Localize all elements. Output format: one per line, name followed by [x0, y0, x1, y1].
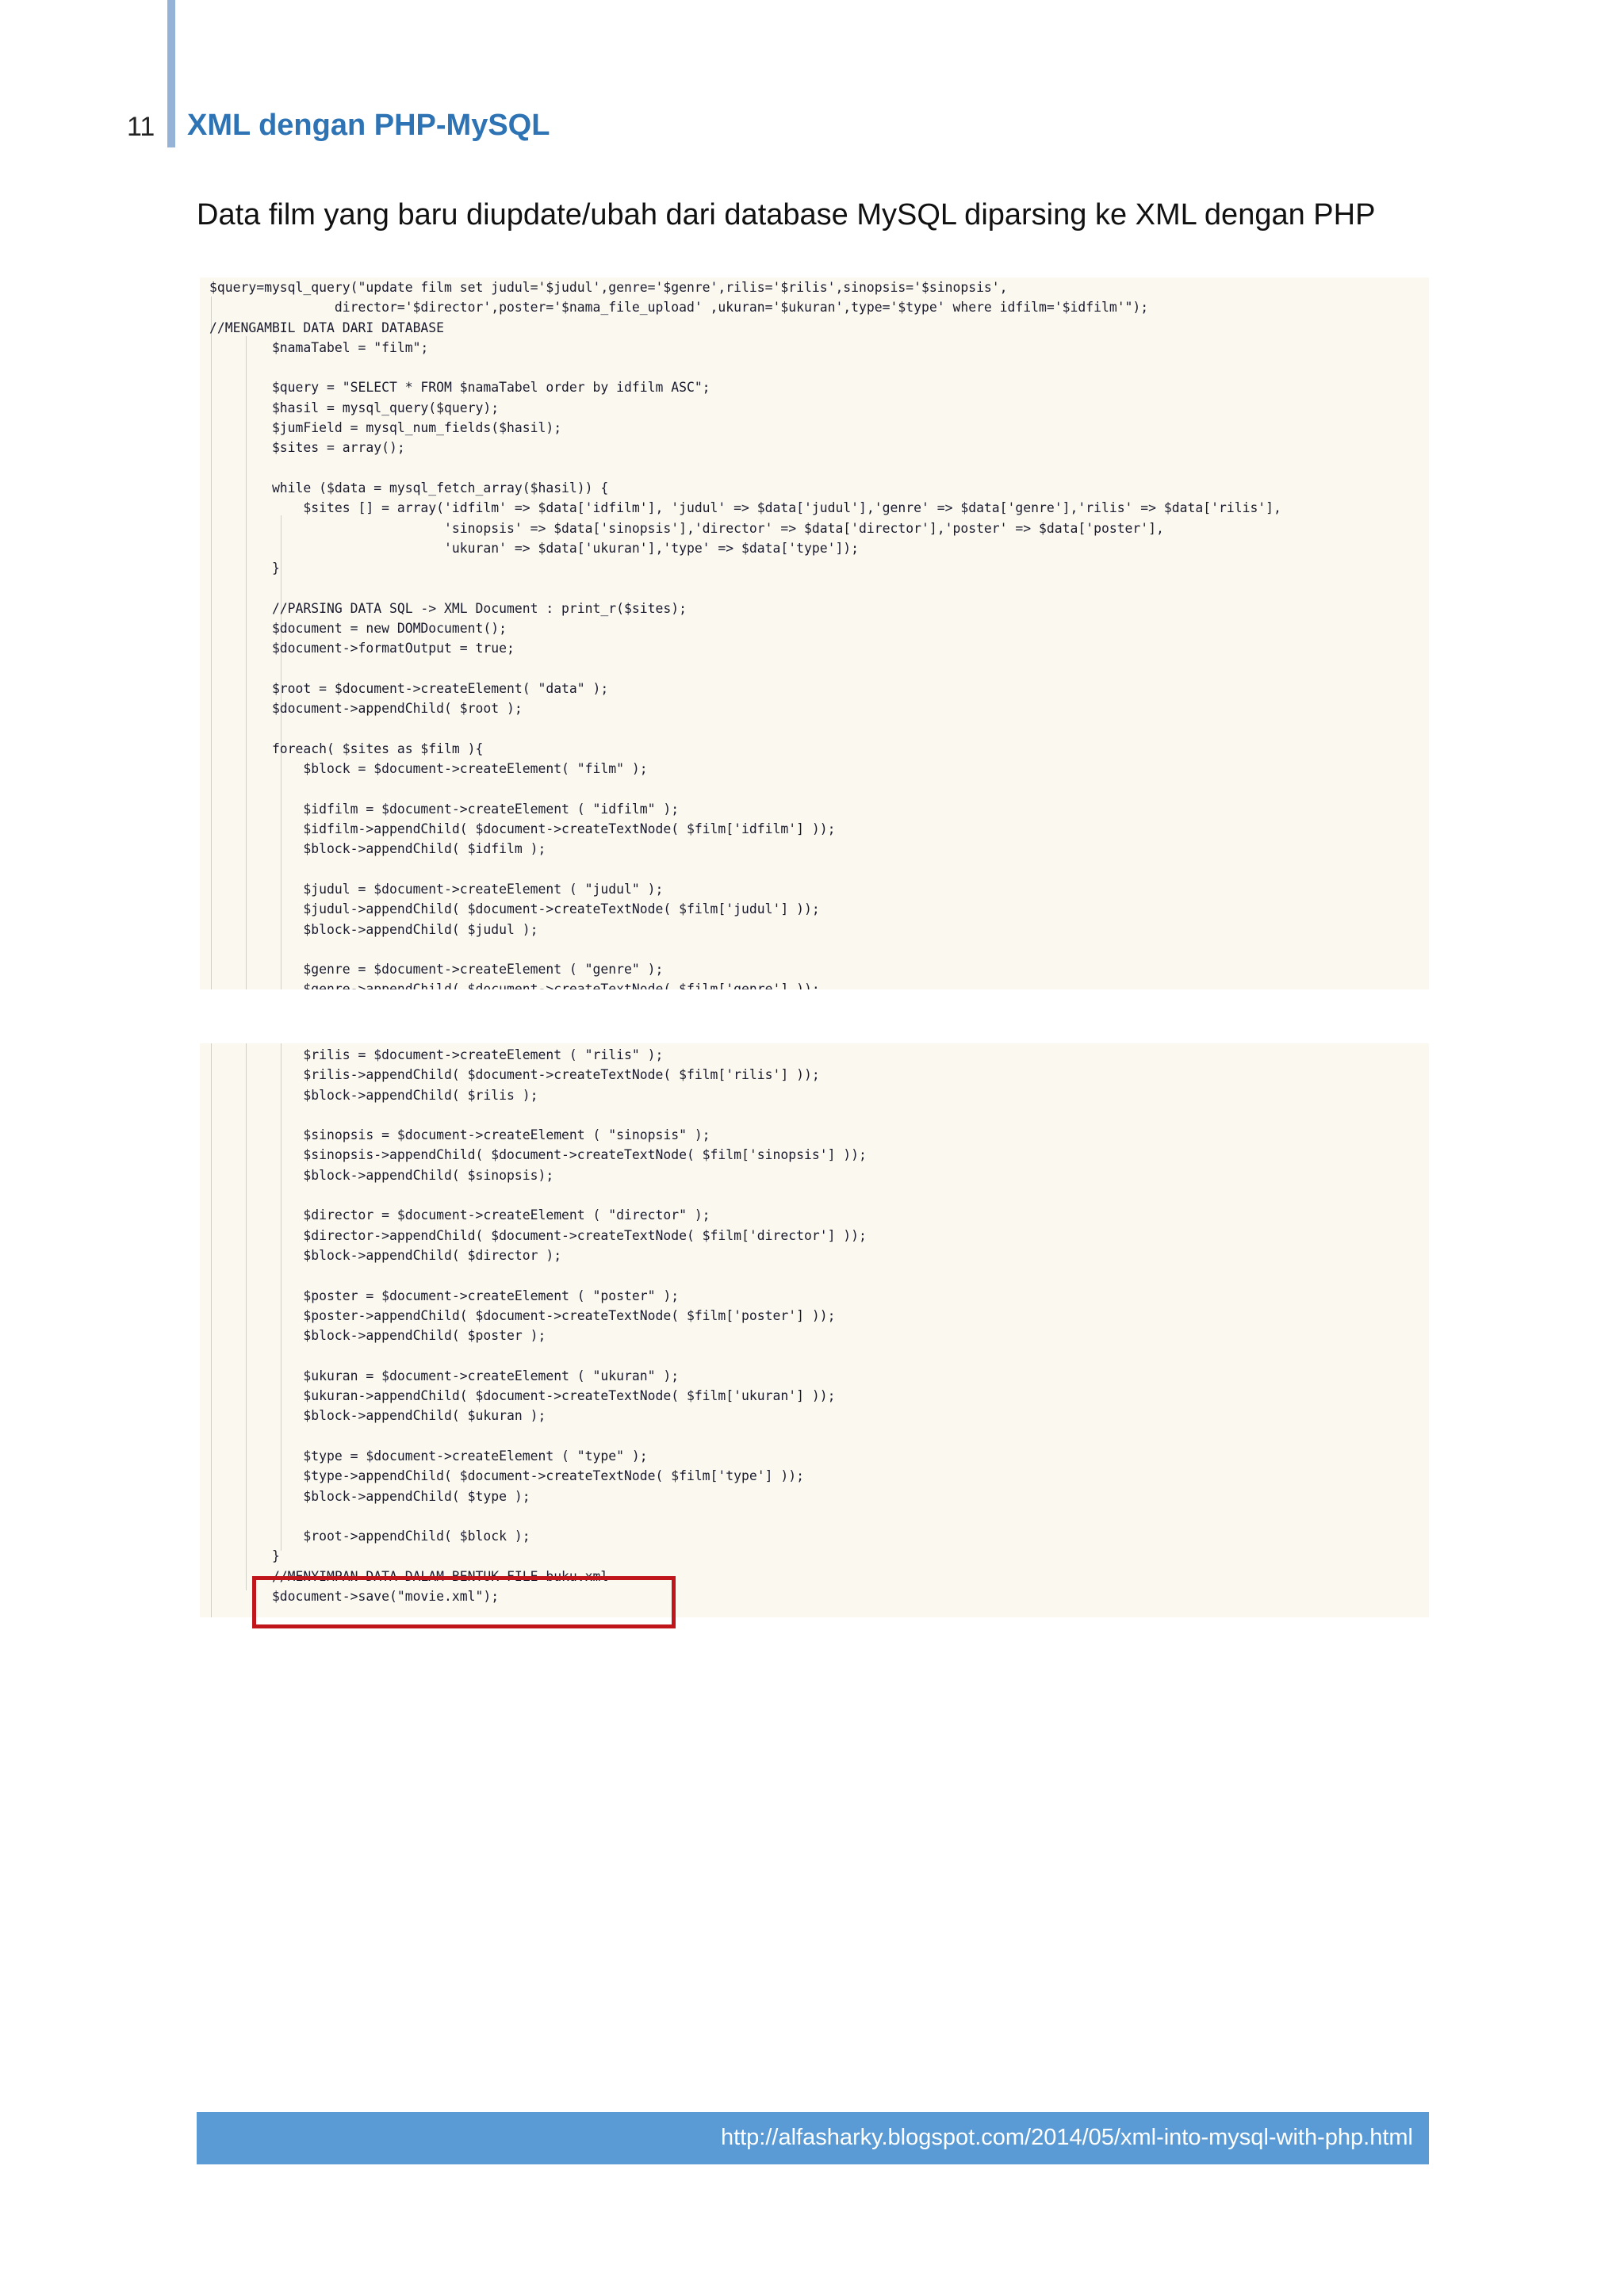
php-code-part-2: $rilis = $document->createElement ( "ril…	[271, 1047, 867, 1605]
header-accent-bar	[167, 0, 175, 147]
document-title: XML dengan PHP-MySQL	[187, 109, 550, 142]
code-screenshot-part-2: $rilis = $document->createElement ( "ril…	[200, 1043, 1429, 1617]
figure-caption: Data film yang baru diupdate/ubah dari d…	[197, 198, 1376, 232]
php-code-part-1: $query=mysql_query("update film set judu…	[209, 280, 1281, 989]
highlight-box-save-line	[252, 1576, 676, 1628]
code-screenshot-part-1: $query=mysql_query("update film set judu…	[200, 277, 1429, 989]
page-number: 11	[127, 112, 155, 142]
footer-bar: http://alfasharky.blogspot.com/2014/05/x…	[197, 2112, 1429, 2164]
footer-url: http://alfasharky.blogspot.com/2014/05/x…	[720, 2125, 1413, 2150]
